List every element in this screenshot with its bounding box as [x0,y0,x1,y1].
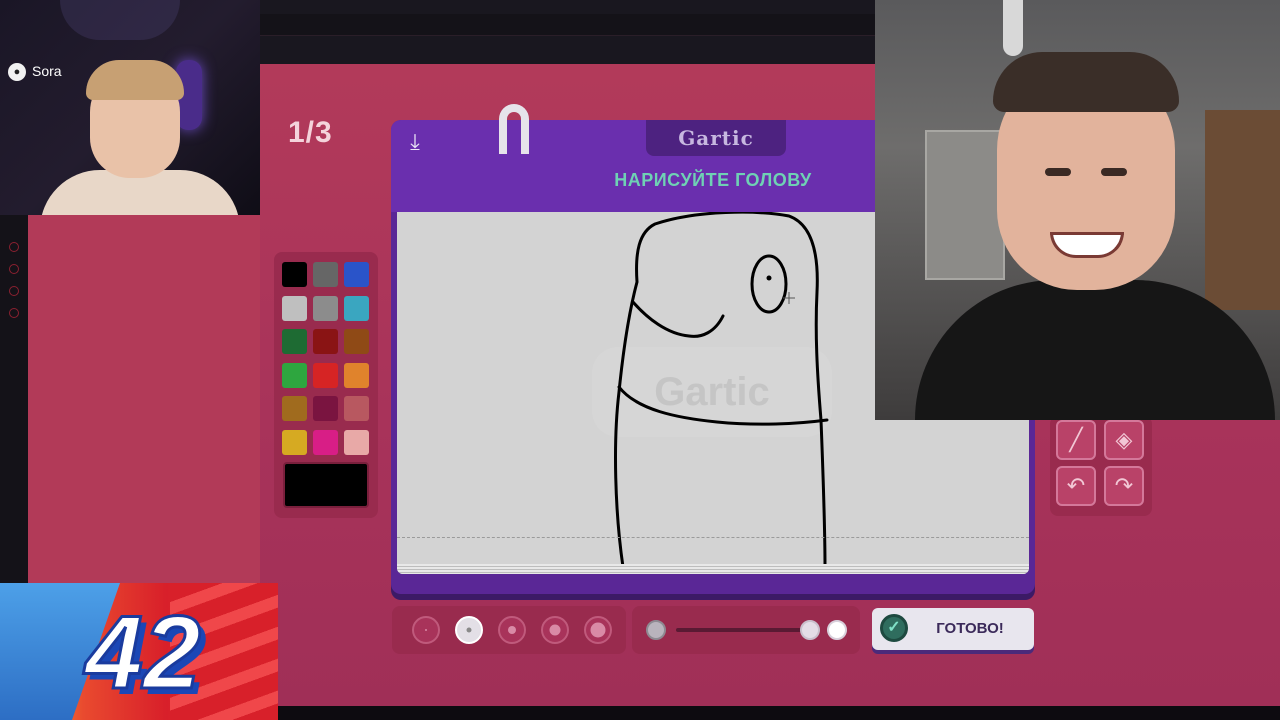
paw-icon: ● [8,63,26,82]
brush-size-5[interactable] [584,616,612,644]
color-swatch[interactable] [344,329,369,354]
opacity-min-icon [646,620,666,640]
color-swatch[interactable] [344,429,369,455]
settings-icon [9,308,19,318]
round-counter: 1/3 [288,116,333,149]
clock-icon [9,264,19,274]
download-icon[interactable]: ⤓ [401,128,429,156]
game-logo: Gartic [678,126,754,150]
brush-size-selector [392,606,626,654]
tool-panel: ╱ ◈ ↶ ↷ [1050,416,1152,516]
streamer-name-tag: ● Sora [8,62,62,82]
webcam-left: ● Sora [0,0,260,215]
logo-tab: Gartic [646,120,786,156]
fill-tool-icon[interactable]: ◈ [1104,420,1144,460]
current-color-preview [283,462,369,508]
color-swatch[interactable] [282,429,307,455]
color-swatch[interactable] [344,362,369,388]
sketch-arm-stroke [631,300,725,338]
side-strip [0,215,28,585]
game-topbar [260,0,875,64]
color-palette [274,252,378,518]
redo-icon[interactable]: ↷ [1104,466,1144,506]
brush-size-2[interactable] [455,616,483,644]
opacity-handle[interactable] [800,620,820,640]
brush-size-3[interactable] [498,616,526,644]
pencil-tool-icon[interactable]: ╱ [1056,420,1096,460]
canvas-bottom-guide [397,537,1029,538]
color-swatch[interactable] [313,396,338,421]
color-swatch[interactable] [344,396,369,421]
background-door [925,130,1005,280]
page-stack [397,564,1029,574]
done-button[interactable]: ✓ ГОТОВО! [872,608,1034,650]
color-swatch[interactable] [344,262,369,287]
opacity-slider[interactable] [632,606,860,654]
sketch-outline-stroke [614,212,827,569]
undo-icon[interactable]: ↶ [1056,466,1096,506]
streamer-name: Sora [32,63,62,79]
color-swatch[interactable] [282,329,307,354]
background-cabinet [1205,110,1280,310]
notebook-ring [499,104,529,154]
badge-number: 42 [84,594,203,713]
color-swatch[interactable] [282,295,307,321]
webcam-right [875,0,1280,420]
overlay-badge: 42 [0,583,278,720]
bottom-bar [260,706,1280,720]
opacity-max-icon [827,620,847,640]
done-label: ГОТОВО! [936,620,1004,637]
brush-size-4[interactable] [541,616,569,644]
color-swatch[interactable] [344,295,369,321]
color-swatch[interactable] [282,362,307,388]
sketch-body-stroke [617,385,829,426]
color-swatch[interactable] [313,429,338,455]
sketch-pupil [766,275,772,281]
check-icon: ✓ [880,614,908,642]
left-panel [28,215,260,585]
record-icon [9,242,19,252]
color-swatch[interactable] [282,262,307,287]
color-swatch[interactable] [313,295,338,321]
color-swatch[interactable] [313,329,338,354]
color-swatch[interactable] [282,396,307,421]
color-swatch[interactable] [313,262,338,287]
opacity-track[interactable] [676,628,812,632]
color-swatch[interactable] [313,362,338,388]
brush-size-1[interactable] [412,616,440,644]
refresh-icon [9,286,19,296]
screen: 1/3 ⤓ Gartic НАРИСУЙТЕ ГОЛОВУ Gartic ╱ ◈… [0,0,1280,720]
ceiling-lamp [1003,0,1023,56]
sketch-eye-stroke [750,254,788,314]
